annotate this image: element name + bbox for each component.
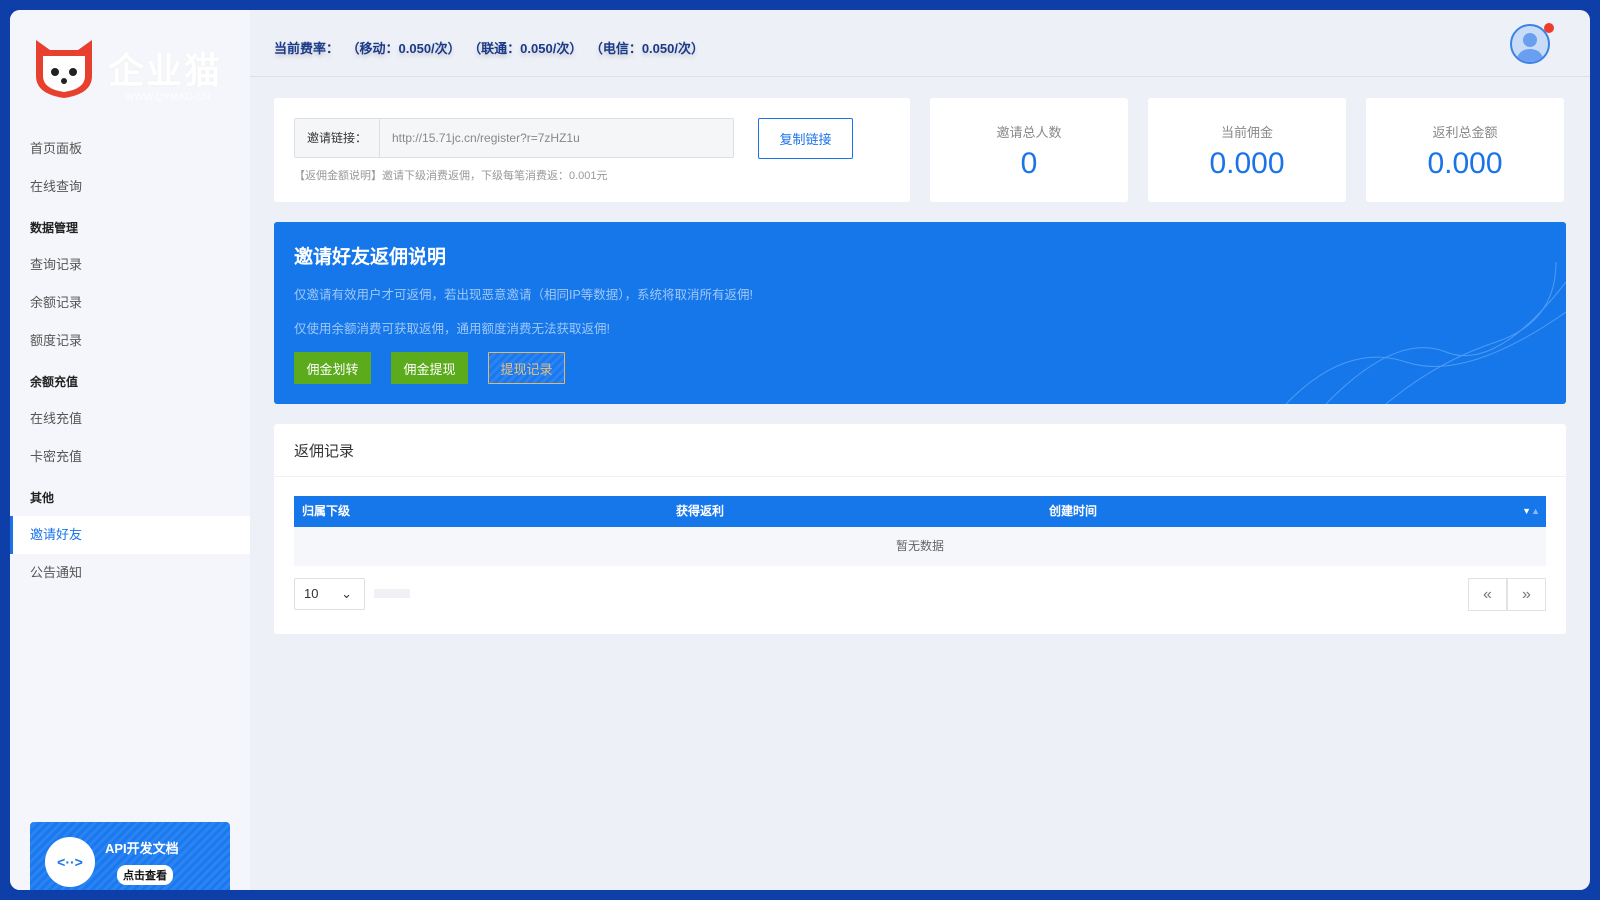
invite-link-card: 邀请链接： http://15.71jc.cn/register?r=7zHZ1… xyxy=(274,98,910,202)
copy-link-button[interactable]: 复制链接 xyxy=(758,118,853,159)
sidebar-item[interactable]: 在线充值 xyxy=(10,400,250,438)
sidebar-item[interactable]: 卡密充值 xyxy=(10,438,250,476)
stat-current-commission: 当前佣金 0.000 xyxy=(1148,98,1346,202)
rebate-info-banner: 邀请好友返佣说明 仅邀请有效用户才可返佣，若出现恶意邀请（相同IP等数据），系统… xyxy=(274,222,1566,404)
notification-dot xyxy=(1544,23,1554,33)
cat-logo-icon xyxy=(36,40,92,98)
commission-transfer-button[interactable]: 佣金划转 xyxy=(294,352,371,384)
code-icon: <··> xyxy=(45,837,95,887)
sidebar-item[interactable]: 余额记录 xyxy=(10,284,250,322)
commission-withdraw-button[interactable]: 佣金提现 xyxy=(391,352,468,384)
wave-decoration-icon xyxy=(1285,261,1566,404)
fee-rate: 当前费率： （移动：0.050/次） （联通：0.050/次） （电信：0.050/次… xyxy=(274,38,718,57)
column-header[interactable]: 获得返利 xyxy=(676,496,724,527)
banner-title: 邀请好友返佣说明 xyxy=(294,247,447,268)
logo-text: 企业猫 xyxy=(108,50,223,91)
column-header[interactable]: 归属下级 xyxy=(302,496,350,527)
sidebar-group-label: 其他 xyxy=(30,491,55,505)
invite-link-field[interactable]: 邀请链接： http://15.71jc.cn/register?r=7zHZ1… xyxy=(294,118,734,158)
sidebar-item[interactable]: 邀请好友 xyxy=(10,516,250,554)
stat-label: 当前佣金 xyxy=(1220,125,1273,140)
api-docs-title: API开发文档 xyxy=(105,841,179,856)
stat-total-invites: 邀请总人数 0 xyxy=(930,98,1128,202)
next-page-button[interactable]: » xyxy=(1507,578,1546,611)
sidebar: 企业猫 WWW.QYMAO.CN 首页面板 在线查询数据管理查询记录 余额记录 额度记… xyxy=(10,10,250,890)
sidebar-item[interactable]: 公告通知 xyxy=(10,554,250,592)
rate-unicom: （联通：0.050/次） xyxy=(474,41,583,56)
api-docs-card[interactable]: <··> API开发文档 点击查看 xyxy=(30,822,230,890)
sidebar-item[interactable]: 在线查询 xyxy=(10,168,250,206)
sort-icon[interactable]: ▼▲ xyxy=(1522,496,1540,527)
logo-url: WWW.QYMAO.CN xyxy=(125,92,210,103)
sidebar-group-label: 数据管理 xyxy=(30,221,79,235)
stat-label: 返利总金额 xyxy=(1432,125,1498,140)
header: 当前费率： （移动：0.050/次） （联通：0.050/次） （电信：0.050/次… xyxy=(250,10,1590,77)
sidebar-item[interactable]: 查询记录 xyxy=(10,246,250,284)
rebate-note: 【返佣金额说明】邀请下级消费返佣，下级每笔消费返：0.001元 xyxy=(294,170,608,182)
user-icon xyxy=(1516,33,1544,62)
invite-link-label: 邀请链接： xyxy=(295,119,380,157)
view-docs-button[interactable]: 点击查看 xyxy=(117,865,173,885)
stat-total-rebate: 返利总金额 0.000 xyxy=(1366,98,1564,202)
invite-link-input[interactable]: http://15.71jc.cn/register?r=7zHZ1u xyxy=(380,119,733,157)
pagination-info xyxy=(374,589,410,598)
empty-row: 暂无数据 xyxy=(294,527,1546,566)
sidebar-item[interactable]: 首页面板 xyxy=(10,130,250,168)
rate-mobile: （移动：0.050/次） xyxy=(353,41,461,56)
sidebar-nav: 首页面板 在线查询数据管理查询记录 余额记录 额度记录余额充值在线充值 卡密充值其他邀请… xyxy=(10,130,250,592)
records-title: 返佣记录 xyxy=(294,443,355,460)
stat-value: 0.000 xyxy=(1209,147,1285,180)
sidebar-item[interactable]: 额度记录 xyxy=(10,322,250,360)
banner-line-1: 仅邀请有效用户才可返佣，若出现恶意邀请（相同IP等数据），系统将取消所有返佣! xyxy=(294,288,754,302)
page-size-select[interactable]: 10 ⌄ xyxy=(294,578,365,610)
rate-label: 当前费率： xyxy=(274,41,340,56)
logo[interactable]: 企业猫 WWW.QYMAO.CN xyxy=(30,36,223,103)
column-header[interactable]: 创建时间 xyxy=(1049,496,1097,527)
chevron-down-icon: ⌄ xyxy=(341,586,352,601)
prev-page-button[interactable]: « xyxy=(1468,578,1507,611)
banner-line-2: 仅使用余额消费可获取返佣，通用额度消费无法获取返佣! xyxy=(294,322,610,336)
stat-label: 邀请总人数 xyxy=(996,125,1062,140)
page-size-value: 10 xyxy=(304,586,319,601)
table-header: 归属下级 获得返利 创建时间 ▼▲ xyxy=(294,496,1546,527)
rebate-records-card: 返佣记录 归属下级 获得返利 创建时间 ▼▲ 暂无数据 10 ⌄ « » xyxy=(274,424,1566,634)
pagination: « » xyxy=(1468,578,1546,611)
stat-value: 0 xyxy=(1020,147,1038,180)
app-frame: 企业猫 WWW.QYMAO.CN 首页面板 在线查询数据管理查询记录 余额记录 额度记… xyxy=(10,10,1590,890)
withdraw-records-button[interactable]: 提现记录 xyxy=(488,352,565,384)
divider xyxy=(274,476,1566,477)
sidebar-group-label: 余额充值 xyxy=(30,375,79,389)
rate-telecom: （电信：0.050/次） xyxy=(596,41,704,56)
stat-value: 0.000 xyxy=(1427,147,1503,180)
